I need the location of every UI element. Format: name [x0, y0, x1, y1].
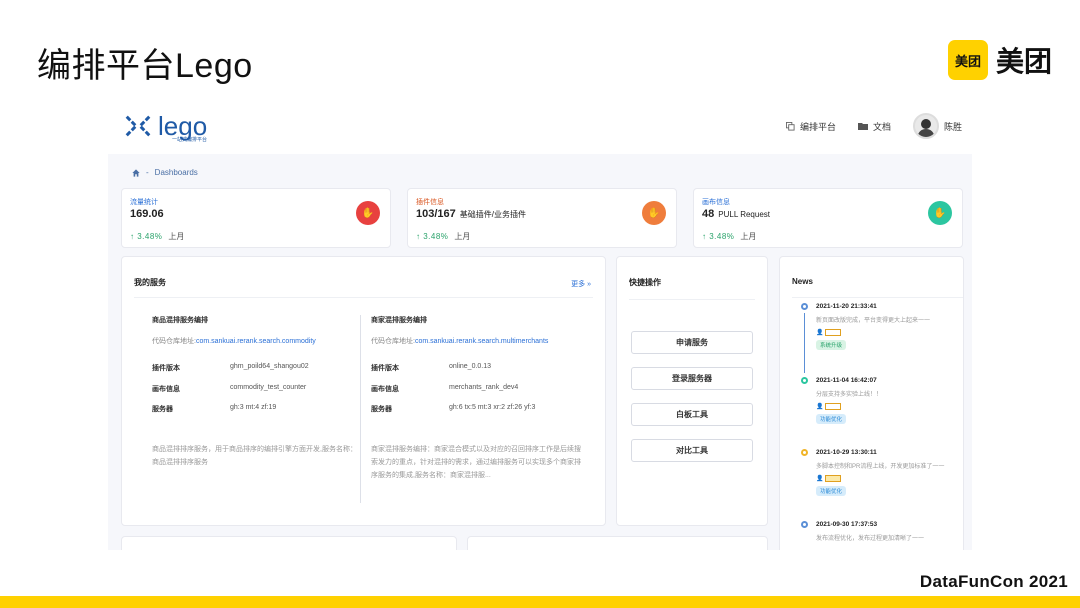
breadcrumb: - Dashboards — [132, 168, 198, 177]
quick-actions-card: 快捷操作 申请服务 登录服务器 白板工具 对比工具 — [616, 256, 768, 526]
service-kv-row: 画布信息 commodity_test_counter — [152, 384, 307, 393]
stat-growth: ↑ 3.48% 上月 — [702, 232, 757, 241]
service-kv-row: 服务器 gh:3 mt:4 zf:19 — [152, 404, 277, 413]
service-description: 商品混排排序服务，用于商品排序的编排引擎方面开发,服务名称：商品混排排序服务 — [152, 446, 357, 466]
news-time: 2021-11-20 21:33:41 — [816, 303, 877, 310]
breadcrumb-current[interactable]: Dashboards — [155, 168, 198, 177]
bottom-card-middle — [467, 536, 768, 550]
timeline-dot — [801, 521, 808, 528]
whiteboard-tool-button[interactable]: 白板工具 — [631, 403, 753, 426]
meituan-logo: 美团 — [947, 40, 988, 80]
news-meta: 👤 — [816, 475, 944, 482]
news-card: News 2021-11-20 21:33:41 新页面改版完成，平台变得更大上… — [779, 256, 964, 550]
service-item[interactable]: 商家混排服务编排 代码仓库地址:com.sankuai.rerank.searc… — [371, 315, 591, 479]
card-divider — [792, 297, 963, 298]
news-tag: 系统升级 — [816, 340, 847, 351]
footer-accent-band — [0, 596, 1080, 608]
stat-value: 169.06 — [130, 208, 164, 220]
service-column-divider — [360, 315, 361, 503]
stat-label: 画布信息 — [702, 199, 730, 206]
nav-item-platform[interactable]: 编排平台 — [785, 120, 836, 133]
my-services-title: 我的服务 — [134, 278, 166, 287]
news-time: 2021-10-29 13:30:11 — [816, 449, 877, 456]
card-divider — [134, 297, 593, 298]
news-item[interactable]: 2021-11-04 16:42:07 分层支持多实验上线！！ 👤 功能优化 — [816, 377, 883, 425]
service-name: 商家混排服务编排 — [371, 317, 427, 324]
news-tag: 功能优化 — [816, 486, 847, 497]
news-item[interactable]: 2021-11-20 21:33:41 新页面改版完成，平台变得更大上起来一一 … — [816, 303, 931, 351]
service-kv-row: 画布信息 merchants_rank_dev4 — [371, 384, 519, 393]
stat-label: 流量统计 — [130, 199, 158, 206]
news-item[interactable]: 2021-10-29 13:30:11 多脚本控制和PR流程上线，开发更加标准了… — [816, 449, 945, 497]
timeline-dot — [801, 449, 808, 456]
apply-service-button[interactable]: 申请服务 — [631, 331, 753, 354]
service-kv-row: 插件版本 online_0.0.13 — [371, 363, 492, 372]
news-tag: 功能优化 — [816, 414, 847, 425]
news-item[interactable]: 2021-09-30 17:37:53 发布流程优化，发布过程更加清晰了一一 — [816, 521, 924, 542]
home-icon[interactable] — [132, 168, 140, 177]
slide-title: 编排平台Lego — [37, 47, 253, 85]
service-item[interactable]: 商品混排服务编排 代码仓库地址:com.sankuai.rerank.searc… — [152, 315, 372, 466]
stat-card-traffic[interactable]: 流量统计 169.06 ↑ 3.48% 上月 ✋ — [121, 188, 391, 248]
stat-value: 103/167 基础插件/业务插件 — [416, 208, 526, 220]
app-topbar: lego 一站式编排平台 编排平台 文档 陈胜 — [108, 98, 972, 154]
folder-icon — [857, 123, 868, 130]
news-text: 多脚本控制和PR流程上线，开发更加标准了一一 — [816, 464, 945, 470]
stat-growth: ↑ 3.48% 上月 — [130, 232, 185, 241]
user-name: 陈胜 — [943, 121, 962, 132]
service-repo: 代码仓库地址:com.sankuai.rerank.search.commodi… — [152, 338, 316, 345]
lego-logo-subtitle: 一站式编排平台 — [172, 137, 208, 143]
stat-label: 插件信息 — [416, 199, 444, 206]
meituan-brand: 美团 美团 — [947, 40, 1052, 80]
news-meta: 👤 — [816, 403, 882, 410]
card-divider — [629, 299, 755, 300]
stat-card-canvas[interactable]: 画布信息 48 PULL Request ↑ 3.48% 上月 ✋ — [693, 188, 963, 248]
user-menu[interactable]: 陈胜 — [912, 113, 962, 139]
news-text: 发布流程优化，发布过程更加清晰了一一 — [816, 536, 925, 542]
timeline-dot — [801, 377, 808, 384]
repo-link[interactable]: com.sankuai.rerank.search.multimerchants — [415, 338, 548, 345]
user-avatar — [912, 113, 939, 139]
service-name: 商品混排服务编排 — [152, 317, 208, 324]
service-description: 商家混排服务编排：商家混合模式以及对应的召回排序工作是后续搜索发力的重点，针对混… — [371, 446, 581, 479]
topbar-nav: 编排平台 文档 陈胜 — [785, 113, 962, 139]
news-time: 2021-11-04 16:42:07 — [816, 377, 877, 384]
news-title: News — [792, 277, 813, 286]
stat-hand-icon: ✋ — [928, 201, 952, 225]
compare-tool-button[interactable]: 对比工具 — [631, 439, 753, 462]
meituan-wordmark: 美团 — [995, 46, 1052, 77]
copy-icon — [785, 121, 795, 131]
bottom-card-left — [121, 536, 457, 550]
conference-footer: DataFunCon 2021 — [919, 572, 1068, 591]
news-time: 2021-09-30 17:37:53 — [816, 521, 878, 528]
stat-growth: ↑ 3.48% 上月 — [416, 232, 471, 241]
service-kv-row: 服务器 gh:6 tx:5 mt:3 xr:2 zf:26 yf:3 — [371, 404, 536, 413]
breadcrumb-separator: - — [146, 168, 149, 177]
nav-item-docs-label: 文档 — [872, 121, 891, 132]
news-thumbnail-icon — [825, 403, 842, 410]
more-link[interactable]: 更多 » — [571, 279, 591, 289]
my-services-card: 我的服务 更多 » 商品混排服务编排 代码仓库地址:com.sankuai.re… — [121, 256, 606, 526]
nav-item-platform-label: 编排平台 — [799, 121, 836, 132]
news-meta: 👤 — [816, 329, 930, 336]
news-text: 分层支持多实验上线！！ — [816, 392, 883, 398]
repo-link[interactable]: com.sankuai.rerank.search.commodity — [196, 338, 316, 345]
stat-hand-icon: ✋ — [642, 201, 666, 225]
service-repo: 代码仓库地址:com.sankuai.rerank.search.multime… — [371, 338, 549, 345]
lego-logo-icon — [125, 115, 151, 137]
timeline-line — [804, 313, 805, 373]
stat-hand-icon: ✋ — [356, 201, 380, 225]
news-text: 新页面改版完成，平台变得更大上起来一一 — [816, 318, 931, 324]
timeline-dot — [801, 303, 808, 310]
lego-app-screenshot: lego 一站式编排平台 编排平台 文档 陈胜 - Dashboards 流量统… — [108, 98, 972, 550]
news-thumbnail-icon — [825, 475, 842, 482]
service-kv-row: 插件版本 ghm_poild64_shangou02 — [152, 363, 309, 372]
stat-card-plugins[interactable]: 插件信息 103/167 基础插件/业务插件 ↑ 3.48% 上月 ✋ — [407, 188, 677, 248]
stat-value: 48 PULL Request — [702, 208, 770, 220]
login-server-button[interactable]: 登录服务器 — [631, 367, 753, 390]
quick-actions-title: 快捷操作 — [629, 278, 661, 287]
news-thumbnail-icon — [825, 329, 842, 336]
nav-item-docs[interactable]: 文档 — [857, 120, 891, 133]
